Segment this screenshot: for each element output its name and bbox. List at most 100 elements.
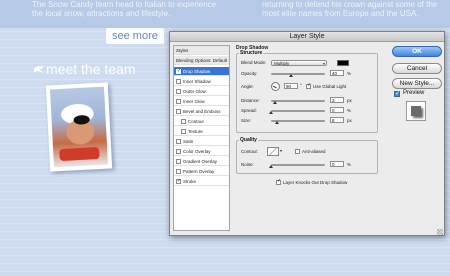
spread-label: Spread: [241,108,257,113]
angle-dial[interactable] [271,82,280,91]
effect-checkbox[interactable] [176,177,181,185]
effect-item[interactable]: Stroke [174,177,229,186]
contour-label: Contour: [241,149,259,154]
knocks-out-label: Layer Knocks Out Drop Shadow [283,180,348,185]
blend-mode-select[interactable]: Multiply ▾ [271,60,327,66]
effect-checkbox[interactable] [176,139,181,144]
size-unit: px [347,118,352,123]
distance-label: Distance: [241,98,260,103]
effect-label: Satin [183,139,194,144]
team-photo-polaroid [45,82,113,172]
opacity-label: Opacity: [241,71,258,76]
intro-text-left: The Snow Candy team head to Italian to e… [32,0,217,18]
effect-checkbox[interactable] [181,129,186,134]
preview-checkbox[interactable] [394,90,400,97]
layer-style-dialog: Layer Style Styles Blending Options: Def… [169,31,445,236]
effect-checkbox[interactable] [176,67,181,75]
distance-input[interactable]: 3 [330,97,344,103]
arrow-right-icon [160,34,164,40]
quality-title: Quality [239,137,258,143]
effect-item[interactable]: Inner Shadow [174,77,229,86]
blend-mode-value: Multiply [274,61,290,66]
cancel-button[interactable]: Cancel [392,63,442,74]
effect-checkbox[interactable] [176,159,181,164]
effect-checkbox[interactable] [176,79,181,84]
preview-label: Preview [403,90,425,96]
styles-header[interactable]: Styles [174,46,229,55]
effect-checkbox[interactable] [181,119,186,124]
distance-slider-thumb[interactable] [273,101,277,104]
quality-group: Quality Contour: ▾ Anti-aliased Noise: 0… [236,137,378,174]
style-preview-swatch [406,101,426,121]
anti-aliased-checkbox[interactable] [295,149,300,154]
chevron-down-icon: ▾ [322,61,325,66]
effect-label: Bevel and Emboss [183,109,221,114]
use-global-light-checkbox[interactable] [306,82,311,89]
size-slider-thumb[interactable] [275,121,279,124]
structure-group: Structure Blend Mode: Multiply ▾ Opacity… [236,50,378,133]
effect-checkbox[interactable] [176,169,181,174]
opacity-input[interactable]: 40 [330,70,344,76]
distance-unit: px [347,98,352,103]
ok-button[interactable]: OK [392,46,442,57]
opacity-slider[interactable] [271,73,325,75]
blending-options-item[interactable]: Blending Options: Default [174,56,229,65]
styles-list: Styles Blending Options: Default Drop Sh… [173,45,230,231]
noise-input[interactable]: 0 [330,161,344,167]
effect-checkbox[interactable] [176,89,181,94]
angle-label: Angle: [241,84,254,89]
see-more-link[interactable]: see more [106,28,164,44]
resize-grip-icon[interactable] [437,229,443,235]
noise-slider-thumb[interactable] [269,165,273,168]
effect-item[interactable]: Drop Shadow [174,67,229,76]
effect-label: Texture [188,129,203,134]
effect-checkbox[interactable] [176,149,181,154]
spread-slider[interactable] [271,110,325,112]
effect-label: Outer Glow [183,89,206,94]
new-style-button[interactable]: New Style... [392,78,442,89]
structure-title: Structure [239,50,264,56]
distance-slider[interactable] [271,100,325,102]
angle-input[interactable]: 90 [284,83,298,89]
effect-item[interactable]: Gradient Overlay [174,157,229,166]
effect-item[interactable]: Contour [174,117,229,126]
snowflake-icon [34,66,44,73]
dialog-title[interactable]: Layer Style [170,32,444,42]
blend-mode-label: Blend Mode: [241,60,267,65]
size-input[interactable]: 8 [330,117,344,123]
effect-item[interactable]: Texture [174,127,229,136]
effect-label: Pattern Overlay [183,169,215,174]
effect-label: Stroke [183,179,197,184]
anti-aliased-label: Anti-aliased [302,149,326,154]
effect-label: Gradient Overlay [183,159,218,164]
skier-photo [49,86,109,168]
size-slider[interactable] [271,120,325,122]
effect-label: Contour [188,119,205,124]
spread-input[interactable]: 0 [330,107,344,113]
effect-item[interactable]: Inner Glow [174,97,229,106]
spread-slider-thumb[interactable] [269,111,273,114]
effect-item[interactable]: Color Overlay [174,147,229,156]
contour-picker[interactable] [267,147,279,156]
effect-item[interactable]: Pattern Overlay [174,167,229,176]
effect-checkbox[interactable] [176,99,181,104]
drop-shadow-panel: Drop Shadow Structure Blend Mode: Multip… [234,45,380,231]
knocks-out-checkbox[interactable] [276,178,281,185]
noise-unit: % [347,162,352,167]
effect-label: Color Overlay [183,149,211,154]
noise-slider[interactable] [271,164,325,166]
effect-label: Inner Shadow [183,79,211,84]
size-label: Size: [241,118,252,123]
dialog-body: Styles Blending Options: Default Drop Sh… [170,42,444,236]
effect-item[interactable]: Outer Glow [174,87,229,96]
opacity-slider-thumb[interactable] [289,74,293,77]
opacity-unit: % [347,71,352,76]
effect-label: Drop Shadow [183,69,211,74]
angle-unit: ° [300,83,302,88]
intro-text-right: returning to defend his crown against so… [262,0,438,18]
shadow-color-swatch[interactable] [337,60,349,66]
chevron-down-icon[interactable]: ▾ [280,148,282,154]
effect-checkbox[interactable] [176,109,181,114]
effect-item[interactable]: Bevel and Emboss [174,107,229,116]
effect-item[interactable]: Satin [174,137,229,146]
